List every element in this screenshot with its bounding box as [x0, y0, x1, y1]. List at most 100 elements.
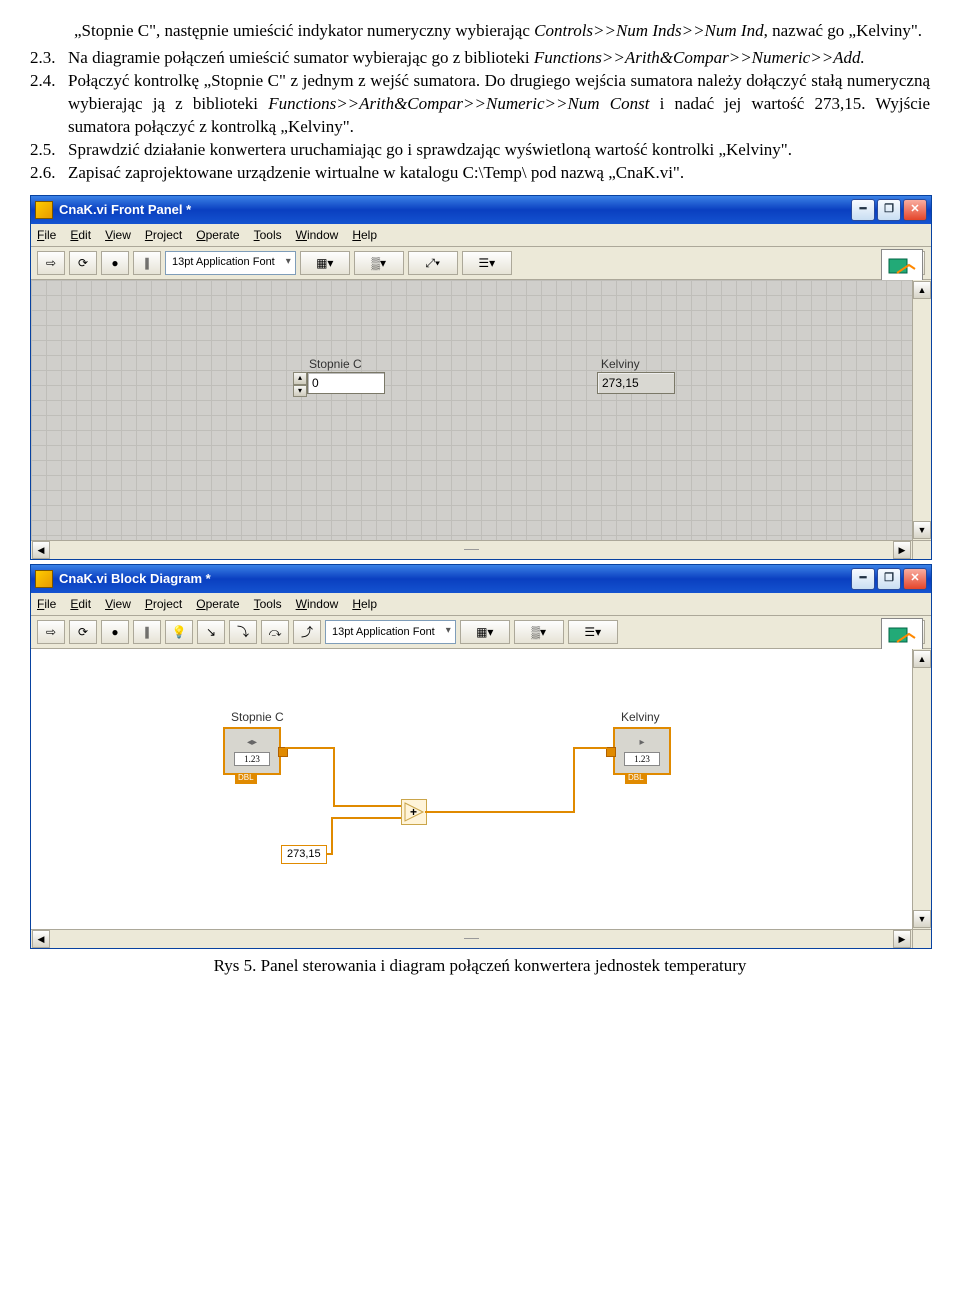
wire[interactable]: [285, 747, 333, 749]
maximize-button[interactable]: ❐: [877, 568, 901, 590]
close-button[interactable]: ✕: [903, 568, 927, 590]
window-title: CnaK.vi Front Panel *: [59, 201, 851, 219]
menu-tools[interactable]: Tools: [254, 596, 282, 612]
numeric-constant[interactable]: 273,15: [281, 845, 327, 864]
run-continuously-button[interactable]: ⟳: [69, 251, 97, 275]
vertical-scrollbar[interactable]: ▲ ▼: [912, 280, 931, 540]
step-out-button[interactable]: ⤴: [293, 620, 321, 644]
indicator-terminal-kelviny[interactable]: ▸ 1.23 DBL: [613, 727, 671, 775]
numeric-control-stopnie[interactable]: ▴ ▾ 0: [293, 372, 385, 394]
scroll-down-button[interactable]: ▼: [913, 910, 931, 928]
node-display: 1.23: [624, 752, 660, 766]
scroll-down-button[interactable]: ▼: [913, 521, 931, 539]
text-italic: Functions>>Arith&Compar>>Numeric>>Add.: [534, 48, 865, 67]
block-diagram-window: CnaK.vi Block Diagram * ━ ❐ ✕ File Edit …: [30, 564, 932, 949]
text-italic: Functions>>Arith&Compar>>Numeric>>Num Co…: [268, 94, 649, 113]
control-terminal-stopnie[interactable]: ◂▸ 1.23 DBL: [223, 727, 281, 775]
abort-button[interactable]: ●: [101, 620, 129, 644]
cleanup-button[interactable]: ☰▾: [568, 620, 618, 644]
front-panel-window: CnaK.vi Front Panel * ━ ❐ ✕ File Edit Vi…: [30, 195, 932, 560]
wire[interactable]: [331, 817, 333, 853]
scroll-up-button[interactable]: ▲: [913, 650, 931, 668]
scroll-up-button[interactable]: ▲: [913, 281, 931, 299]
step-over-button[interactable]: ⤼: [261, 620, 289, 644]
distribute-button[interactable]: ▒▾: [354, 251, 404, 275]
highlight-execution-button[interactable]: 💡: [165, 620, 193, 644]
numeric-input[interactable]: 0: [307, 372, 385, 394]
run-button[interactable]: ⇨: [37, 251, 65, 275]
scroll-right-button[interactable]: ▶: [893, 541, 911, 559]
menu-view[interactable]: View: [105, 596, 131, 612]
close-button[interactable]: ✕: [903, 199, 927, 221]
menu-window[interactable]: Window: [296, 227, 339, 243]
minimize-button[interactable]: ━: [851, 568, 875, 590]
node-display: 1.23: [234, 752, 270, 766]
menu-operate[interactable]: Operate: [196, 596, 239, 612]
minimize-button[interactable]: ━: [851, 199, 875, 221]
distribute-button[interactable]: ▒▾: [514, 620, 564, 644]
menu-file[interactable]: File: [37, 596, 56, 612]
abort-button[interactable]: ●: [101, 251, 129, 275]
wire[interactable]: [331, 817, 401, 819]
titlebar[interactable]: CnaK.vi Front Panel * ━ ❐ ✕: [31, 196, 931, 224]
menu-project[interactable]: Project: [145, 596, 182, 612]
scroll-left-button[interactable]: ◀: [32, 930, 50, 948]
font-selector[interactable]: 13pt Application Font: [165, 251, 296, 275]
run-continuously-button[interactable]: ⟳: [69, 620, 97, 644]
list-number: 2.5.: [30, 139, 68, 162]
menu-window[interactable]: Window: [296, 596, 339, 612]
menu-operate[interactable]: Operate: [196, 227, 239, 243]
pause-button[interactable]: ∥: [133, 620, 161, 644]
retain-wire-button[interactable]: ↘: [197, 620, 225, 644]
align-button[interactable]: ▦▾: [300, 251, 350, 275]
vertical-scrollbar[interactable]: ▲ ▼: [912, 649, 931, 929]
align-button[interactable]: ▦▾: [460, 620, 510, 644]
add-function-node[interactable]: +: [401, 799, 427, 825]
text: Na diagramie połączeń umieścić sumator w…: [68, 48, 534, 67]
text: „Stopnie C", następnie umieścić indykato…: [74, 21, 534, 40]
maximize-button[interactable]: ❐: [877, 199, 901, 221]
control-label-stopnie: Stopnie C: [309, 356, 362, 372]
menu-help[interactable]: Help: [352, 596, 377, 612]
scroll-right-button[interactable]: ▶: [893, 930, 911, 948]
menu-help[interactable]: Help: [352, 227, 377, 243]
wire[interactable]: [327, 853, 333, 855]
scroll-left-button[interactable]: ◀: [32, 541, 50, 559]
svg-text:+: +: [410, 805, 417, 819]
menu-view[interactable]: View: [105, 227, 131, 243]
wire[interactable]: [333, 805, 401, 807]
wire[interactable]: [333, 747, 335, 805]
horizontal-scrollbar[interactable]: ◀ ⎯⎯⎯ ▶: [31, 540, 931, 559]
decrement-button[interactable]: ▾: [293, 385, 307, 398]
pause-button[interactable]: ∥: [133, 251, 161, 275]
wire[interactable]: [573, 747, 575, 813]
indicator-label-kelviny: Kelviny: [601, 356, 640, 372]
menu-edit[interactable]: Edit: [70, 596, 91, 612]
input-terminal[interactable]: [606, 747, 616, 757]
block-diagram-canvas[interactable]: Stopnie C Kelviny ◂▸ 1.23 DBL ▸ 1.23 DBL…: [31, 649, 931, 929]
run-button[interactable]: ⇨: [37, 620, 65, 644]
menubar[interactable]: File Edit View Project Operate Tools Win…: [31, 593, 931, 616]
titlebar[interactable]: CnaK.vi Block Diagram * ━ ❐ ✕: [31, 565, 931, 593]
reorder-button[interactable]: ☰▾: [462, 251, 512, 275]
menu-edit[interactable]: Edit: [70, 227, 91, 243]
menu-project[interactable]: Project: [145, 227, 182, 243]
node-label-kelviny: Kelviny: [621, 709, 660, 725]
arrow-icon: ▸: [639, 736, 644, 750]
node-label-stopnie: Stopnie C: [231, 709, 284, 725]
wire[interactable]: [573, 747, 607, 749]
font-selector[interactable]: 13pt Application Font: [325, 620, 456, 644]
menu-file[interactable]: File: [37, 227, 56, 243]
horizontal-scrollbar[interactable]: ◀ ⎯⎯⎯ ▶: [31, 929, 931, 948]
resize-button[interactable]: ⤢▾: [408, 251, 458, 275]
menu-tools[interactable]: Tools: [254, 227, 282, 243]
dbl-label: DBL: [625, 773, 647, 784]
front-panel-canvas[interactable]: Stopnie C ▴ ▾ 0 Kelviny 273,15 ▲ ▼: [31, 280, 931, 540]
numeric-indicator-kelviny: 273,15: [597, 372, 675, 394]
step-into-button[interactable]: ⤵: [229, 620, 257, 644]
wire[interactable]: [425, 811, 575, 813]
increment-button[interactable]: ▴: [293, 372, 307, 385]
labview-icon: [35, 570, 53, 588]
menubar[interactable]: File Edit View Project Operate Tools Win…: [31, 224, 931, 247]
text: Zapisać zaprojektowane urządzenie wirtua…: [68, 162, 930, 185]
